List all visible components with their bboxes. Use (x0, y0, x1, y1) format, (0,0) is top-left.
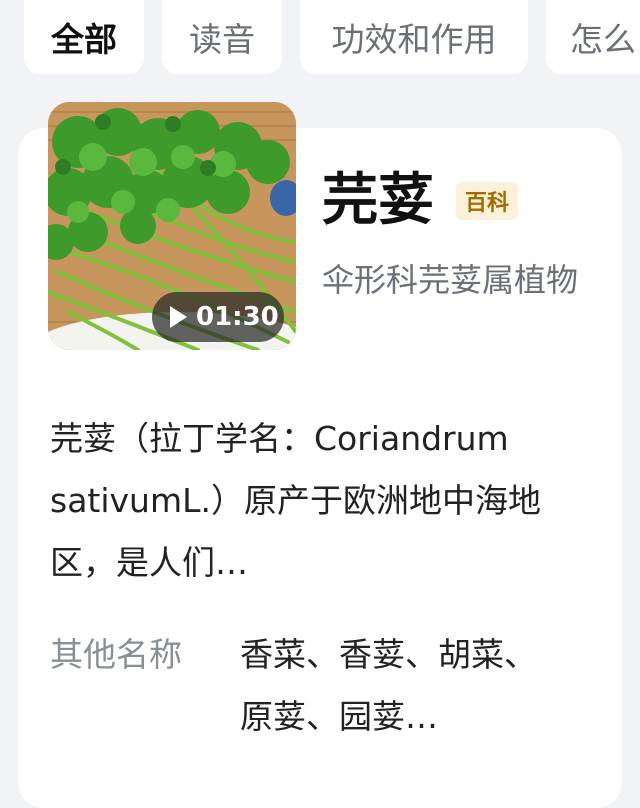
tab-effects[interactable]: 功效和作用 (300, 0, 528, 74)
entry-title: 芫荽 (322, 168, 434, 233)
play-icon (170, 306, 187, 328)
entry-subtitle: 伞形科芫荽属植物 (322, 261, 579, 299)
encyclopedia-badge: 百科 (456, 182, 518, 220)
video-duration-badge[interactable]: 01:30 (152, 292, 284, 342)
alias-label: 其他名称 (50, 635, 182, 674)
alias-value: 香菜、香荽、胡菜、原荽、园荽… (240, 635, 537, 736)
entry-description[interactable]: 芫荽（拉丁学名：Coriandrum sativumL.）原产于欧洲地中海地区，… (50, 408, 598, 594)
tab-pronunciation[interactable]: 读音 (162, 0, 282, 74)
tab-all[interactable]: 全部 (24, 0, 144, 74)
category-tabs: 全部 读音 功效和作用 怎么 (0, 0, 640, 90)
video-duration: 01:30 (196, 302, 279, 332)
tab-how-to[interactable]: 怎么 (546, 0, 640, 74)
